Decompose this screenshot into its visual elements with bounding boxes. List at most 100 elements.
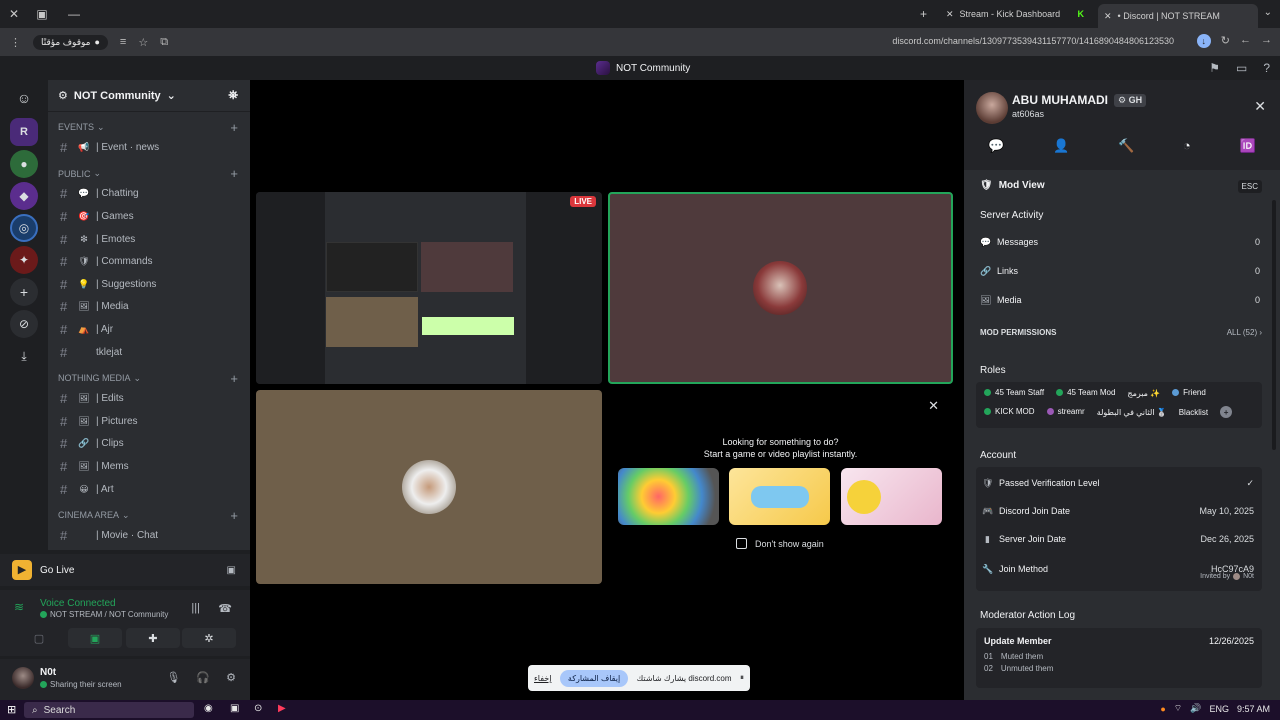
dont-show-checkbox[interactable]: Don't show again: [736, 538, 824, 549]
tab-discord[interactable]: ✕ • Discord | NOT STREAM: [1098, 4, 1258, 28]
channel-item[interactable]: # 😀 | Art: [48, 478, 250, 501]
mic-icon[interactable]: 🎙: [166, 671, 180, 684]
add-role-icon[interactable]: +: [1220, 406, 1233, 418]
reader-icon[interactable]: ≡: [120, 36, 126, 48]
role-chip[interactable]: KICK MOD: [984, 407, 1035, 416]
role-chip[interactable]: streamr: [1046, 407, 1085, 416]
pause-icon[interactable]: ⏸: [740, 673, 744, 683]
back-icon[interactable]: ←: [1240, 34, 1251, 48]
download-apps-icon[interactable]: ⤓: [10, 342, 38, 370]
go-live-bar[interactable]: ▶ Go Live ▣: [0, 554, 250, 586]
activity-row[interactable]: 🖼 Media 0: [980, 290, 1260, 310]
add-channel-icon[interactable]: +: [230, 371, 238, 386]
channel-item[interactable]: # 🔗 | Clips: [48, 433, 250, 456]
url-text[interactable]: discord.com/channels/1309773539431157770…: [892, 36, 1174, 46]
channel-category[interactable]: PUBLIC ⌄ +: [48, 165, 250, 183]
add-channel-icon[interactable]: +: [230, 166, 238, 181]
participant-tile[interactable]: [256, 390, 602, 584]
user-icon[interactable]: 👤: [1053, 138, 1069, 164]
activity-card[interactable]: [841, 468, 942, 525]
activity-button[interactable]: ✚: [126, 628, 180, 648]
notification-icon[interactable]: ●: [1160, 704, 1165, 714]
channel-item[interactable]: # tklejat: [48, 341, 250, 364]
channel-category[interactable]: EVENTS ⌄ +: [48, 118, 250, 136]
channel-item[interactable]: # 📢 | Event · news: [48, 136, 250, 159]
role-chip[interactable]: 45 Team Mod: [1056, 388, 1115, 397]
hide-link[interactable]: إخفاء: [534, 674, 551, 683]
activity-row[interactable]: 🔗 Links 0: [980, 261, 1260, 281]
add-server-icon[interactable]: +: [10, 278, 38, 306]
volume-icon[interactable]: 🔊: [1190, 703, 1201, 714]
help-icon[interactable]: ?: [1263, 61, 1270, 75]
channel-category[interactable]: CINEMA AREA ⌄ +: [48, 506, 250, 524]
message-icon[interactable]: 💬: [988, 138, 1004, 164]
discord-home-icon[interactable]: ☺: [10, 84, 38, 112]
gear-icon[interactable]: ⚙: [226, 671, 236, 684]
channel-item[interactable]: # | Movie · Chat: [48, 524, 250, 547]
channel-item[interactable]: # 🖼 | Edits: [48, 387, 250, 410]
signal-icon[interactable]: ≋: [14, 600, 24, 614]
avatar[interactable]: [12, 667, 34, 689]
activity-row[interactable]: 💬 Messages 0: [980, 232, 1260, 252]
explore-icon[interactable]: ⊘: [10, 310, 38, 338]
camera-button[interactable]: ▢: [12, 628, 66, 648]
headphones-icon[interactable]: 🎧: [196, 671, 210, 684]
activity-card[interactable]: [729, 468, 830, 525]
hammer-icon[interactable]: 🔨: [1118, 138, 1134, 164]
close-tab-icon[interactable]: ✕: [946, 9, 954, 20]
channel-item[interactable]: # 🖼 | Pictures: [48, 410, 250, 433]
server-icon[interactable]: ◆: [10, 182, 38, 210]
extension-icon[interactable]: ⧉: [160, 36, 168, 49]
flag-icon[interactable]: ⚑: [1209, 61, 1220, 75]
participant-tile[interactable]: [608, 192, 953, 384]
clock[interactable]: 9:57 AM: [1237, 704, 1270, 714]
channel-item[interactable]: # 🖼 | Mems: [48, 455, 250, 478]
forward-icon[interactable]: →: [1261, 34, 1272, 48]
screen-share-tile[interactable]: LIVE: [256, 192, 602, 384]
menu-icon[interactable]: ⋮: [10, 36, 21, 49]
channel-item[interactable]: # 🎯 | Games: [48, 205, 250, 228]
server-icon[interactable]: ◎: [10, 214, 38, 242]
download-icon[interactable]: ↓: [1196, 34, 1211, 48]
checkbox[interactable]: [736, 538, 747, 549]
voice-status[interactable]: Voice Connected: [40, 598, 116, 609]
lang-indicator[interactable]: ENG: [1209, 704, 1229, 714]
windows-icon[interactable]: ⊞: [7, 703, 16, 716]
wifi-icon[interactable]: ⌔: [1174, 703, 1182, 714]
add-channel-icon[interactable]: +: [230, 508, 238, 523]
activity-card[interactable]: [618, 468, 719, 525]
channel-item[interactable]: # 💬 | Chatting: [48, 183, 250, 206]
server-icon[interactable]: ●: [10, 150, 38, 178]
role-chip[interactable]: Friend: [1172, 388, 1206, 397]
close-tab-icon[interactable]: ✕: [1104, 11, 1112, 22]
role-chip[interactable]: الثاني في البطولة 🥈: [1097, 408, 1167, 417]
channel-category[interactable]: NOTHING Media ⌄ +: [48, 369, 250, 387]
chevron-down-icon[interactable]: ⌄: [1264, 7, 1272, 18]
id-icon[interactable]: 🆔: [1239, 138, 1255, 164]
noise-suppression-icon[interactable]: |||: [191, 602, 200, 614]
channel-item[interactable]: # 🖼 | Media: [48, 296, 250, 319]
chrome-icon[interactable]: ◉: [204, 703, 213, 714]
close-window-icon[interactable]: ✕: [0, 7, 28, 21]
taskbar-search[interactable]: ⌕ Search: [24, 702, 194, 718]
all-permissions-link[interactable]: ALL (52) ›: [1227, 328, 1262, 337]
channel-item[interactable]: # 💡 | Suggestions: [48, 273, 250, 296]
server-icon[interactable]: ✦: [10, 246, 38, 274]
explorer-icon[interactable]: ▣: [230, 703, 239, 714]
settings-icon[interactable]: ⊙: [254, 703, 262, 714]
profile-pill[interactable]: موقوف مؤقتًا ●: [33, 34, 108, 50]
channel-item[interactable]: # ⛺ | Ajr: [48, 318, 250, 341]
stop-sharing-button[interactable]: إيقاف المشاركة: [559, 669, 629, 687]
add-member-icon[interactable]: ⛯: [228, 88, 238, 103]
reload-icon[interactable]: ↻: [1221, 34, 1230, 48]
scrollbar[interactable]: [1272, 200, 1276, 450]
close-icon[interactable]: ✕: [1254, 98, 1266, 115]
screen-share-icon[interactable]: ▣: [227, 565, 236, 576]
square-icon[interactable]: ▣: [28, 7, 56, 21]
star-icon[interactable]: ☆: [138, 36, 148, 49]
tab-kick-dashboard[interactable]: ✕ Stream - Kick Dashboard K: [940, 4, 1090, 24]
new-tab-icon[interactable]: +: [920, 7, 927, 21]
server-header[interactable]: ⚙ NOT Community ⌄ ⛯: [48, 80, 250, 112]
timeout-icon[interactable]: ◔: [1183, 138, 1191, 164]
soundboard-button[interactable]: ✲: [182, 628, 236, 648]
